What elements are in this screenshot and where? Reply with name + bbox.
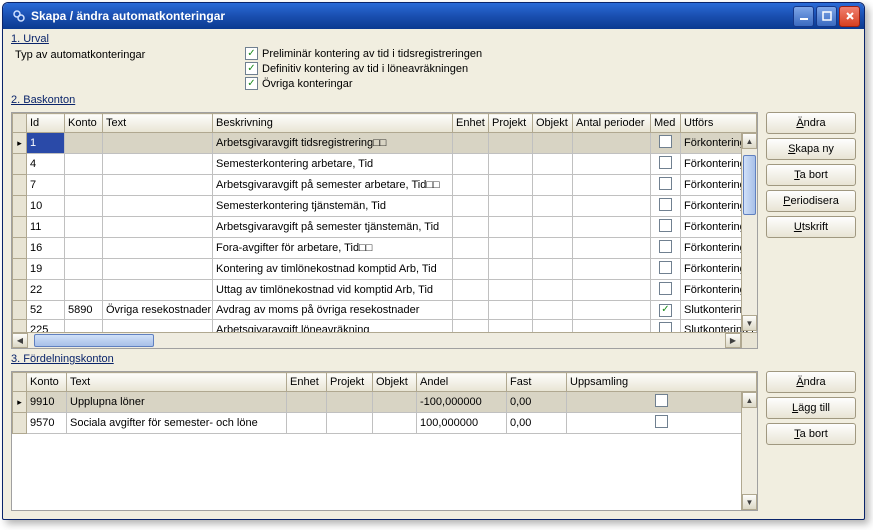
column-header[interactable]: Andel: [417, 373, 507, 392]
table-row[interactable]: 16Fora-avgifter för arbetare, Tid□□Förko…: [13, 238, 757, 259]
column-header[interactable]: Utförs: [681, 114, 757, 133]
close-button[interactable]: [839, 6, 860, 27]
med-checkbox[interactable]: [659, 156, 672, 169]
uppsamling-checkbox[interactable]: [655, 394, 668, 407]
table-row[interactable]: 4Semesterkontering arbetare, TidFörkonte…: [13, 154, 757, 175]
table-row[interactable]: 22Uttag av timlönekostnad vid komptid Ar…: [13, 280, 757, 301]
checkbox[interactable]: ✓: [245, 77, 258, 90]
column-header[interactable]: Fast: [507, 373, 567, 392]
column-header[interactable]: Beskrivning: [213, 114, 453, 133]
column-header[interactable]: Id: [27, 114, 65, 133]
table-row[interactable]: 525890Övriga resekostnaderAvdrag av moms…: [13, 301, 757, 320]
skapa-ny-button[interactable]: Skapa ny: [766, 138, 856, 160]
scroll-right-icon[interactable]: ▶: [725, 333, 741, 348]
column-header[interactable]: Med: [651, 114, 681, 133]
vscroll3[interactable]: ▲ ▼: [741, 392, 757, 510]
table-row[interactable]: 9910Upplupna löner-100,0000000,00: [13, 392, 757, 413]
table-row[interactable]: 11Arbetsgivaravgift på semester tjänstem…: [13, 217, 757, 238]
ta-bort-button[interactable]: Ta bort: [766, 164, 856, 186]
column-header[interactable]: Enhet: [287, 373, 327, 392]
hscroll[interactable]: ◀ ▶: [12, 332, 741, 348]
periodisera-button[interactable]: Periodisera: [766, 190, 856, 212]
checkbox-label: Preliminär kontering av tid i tidsregist…: [262, 48, 482, 60]
uppsamling-checkbox[interactable]: [655, 415, 668, 428]
ta-bort-button[interactable]: Ta bort: [766, 423, 856, 445]
fordelning-table[interactable]: KontoTextEnhetProjektObjektAndelFastUpps…: [11, 371, 758, 511]
column-header[interactable]: Objekt: [533, 114, 573, 133]
baskonton-table[interactable]: IdKontoTextBeskrivningEnhetProjektObjekt…: [11, 112, 758, 349]
fordelning-heading[interactable]: 3. Fördelningskonton: [11, 353, 856, 365]
med-checkbox[interactable]: [659, 261, 672, 274]
column-header[interactable]: Projekt: [489, 114, 533, 133]
column-header[interactable]: Uppsamling: [567, 373, 757, 392]
checkbox[interactable]: ✓: [245, 47, 258, 60]
type-label: Typ av automatkonteringar: [15, 47, 185, 90]
table-row[interactable]: 9570Sociala avgifter för semester- och l…: [13, 413, 757, 434]
section-urval: 1. Urval Typ av automatkonteringar ✓ Prel…: [11, 33, 856, 90]
checkbox-label: Övriga konteringar: [262, 78, 353, 90]
table-row[interactable]: 1Arbetsgivaravgift tidsregistrering□□För…: [13, 133, 757, 154]
column-header[interactable]: Text: [103, 114, 213, 133]
app-icon: [11, 8, 27, 24]
med-checkbox[interactable]: [659, 177, 672, 190]
scroll-left-icon[interactable]: ◀: [12, 333, 28, 348]
column-header[interactable]: Konto: [65, 114, 103, 133]
scroll-up-icon[interactable]: ▲: [742, 133, 757, 149]
table-row[interactable]: 10Semesterkontering tjänstemän, TidFörko…: [13, 196, 757, 217]
med-checkbox[interactable]: [659, 282, 672, 295]
table-row[interactable]: 19Kontering av timlönekostnad komptid Ar…: [13, 259, 757, 280]
titlebar: Skapa / ändra automatkonteringar: [3, 3, 864, 29]
scroll-down-icon[interactable]: ▼: [742, 315, 757, 331]
vscroll[interactable]: ▲ ▼: [741, 133, 757, 331]
window-title: Skapa / ändra automatkonteringar: [31, 9, 225, 23]
minimize-button[interactable]: [793, 6, 814, 27]
maximize-button[interactable]: [816, 6, 837, 27]
scroll-up-icon[interactable]: ▲: [742, 392, 757, 408]
column-header[interactable]: Objekt: [373, 373, 417, 392]
column-header[interactable]: Antal perioder: [573, 114, 651, 133]
table-row[interactable]: 7Arbetsgivaravgift på semester arbetare,…: [13, 175, 757, 196]
med-checkbox[interactable]: [659, 198, 672, 211]
ändra-button[interactable]: Ändra: [766, 371, 856, 393]
baskonton-heading[interactable]: 2. Baskonton: [11, 94, 856, 106]
med-checkbox[interactable]: [659, 219, 672, 232]
med-checkbox[interactable]: [659, 135, 672, 148]
checkbox[interactable]: ✓: [245, 62, 258, 75]
scroll-down-icon[interactable]: ▼: [742, 494, 757, 510]
column-header[interactable]: Projekt: [327, 373, 373, 392]
column-header[interactable]: Text: [67, 373, 287, 392]
column-header[interactable]: Enhet: [453, 114, 489, 133]
med-checkbox[interactable]: ✓: [659, 304, 672, 317]
lägg-till-button[interactable]: Lägg till: [766, 397, 856, 419]
urval-heading[interactable]: 1. Urval: [11, 33, 856, 45]
column-header[interactable]: Konto: [27, 373, 67, 392]
checkbox-label: Definitiv kontering av tid i löneavräkni…: [262, 63, 468, 75]
ändra-button[interactable]: Ändra: [766, 112, 856, 134]
utskrift-button[interactable]: Utskrift: [766, 216, 856, 238]
med-checkbox[interactable]: [659, 240, 672, 253]
